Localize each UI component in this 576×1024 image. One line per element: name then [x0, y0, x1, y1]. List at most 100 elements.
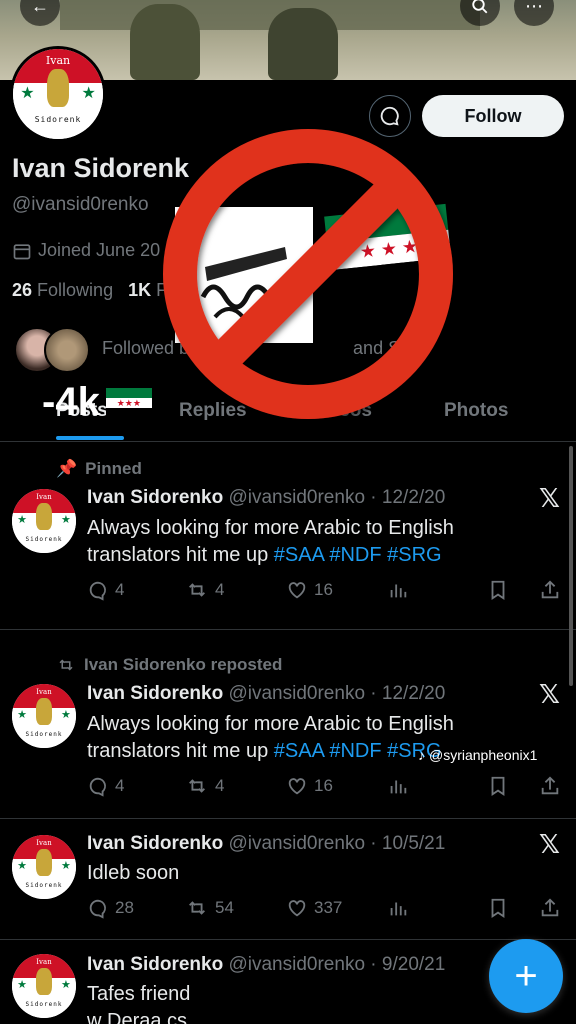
tweet[interactable]: Ivan ★ ★ Sidorenk Ivan Sidorenko @ivansid… [0, 819, 576, 940]
tweet-text: Idleb soon [87, 862, 180, 884]
tweet-actions: 28 54 337 [87, 897, 565, 923]
active-tab-indicator [56, 436, 124, 440]
tweet-avatar[interactable]: Ivan ★ ★ Sidorenk [12, 684, 76, 748]
repost-icon [189, 901, 205, 915]
following-link[interactable]: 26 Following [12, 280, 113, 300]
tweet-author-name[interactable]: Ivan Sidorenko [87, 487, 223, 508]
tweet-author-handle: @ivansid0renko [228, 487, 366, 508]
tweet-header: Ivan Sidorenko @ivansid0renko · 12/2/20 [87, 683, 445, 705]
search-icon [472, 0, 488, 14]
tweet-author-handle: @ivansid0renko [228, 683, 366, 704]
like-icon [288, 582, 306, 599]
star-icon: ★ [81, 85, 96, 103]
follower-avatar [44, 327, 90, 373]
watermark-text: @syrianpheonix1 [429, 747, 538, 763]
tweet-avatar[interactable]: Ivan ★ ★ Sidorenk [12, 489, 76, 553]
share-button[interactable] [539, 775, 561, 797]
profile-handle: @ivansid0renko [12, 194, 149, 215]
hashtags[interactable]: #SAA #NDF #SRG [274, 740, 442, 762]
reply-button[interactable]: 4 [87, 775, 124, 797]
x-logo-icon: 𝕏 [539, 679, 560, 709]
tweet-text: Always looking for more Arabic to Englis… [87, 517, 454, 566]
tweet-author-handle: @ivansid0renko [228, 954, 366, 975]
x-logo-icon: 𝕏 [539, 483, 560, 513]
bookmark-icon [491, 580, 505, 600]
tiktok-icon: ♪ [418, 747, 425, 763]
tweet-avatar[interactable]: Ivan ★ ★ Sidorenk [12, 835, 76, 899]
bookmark-icon [491, 776, 505, 796]
avatar-top-text: Ivan [45, 54, 71, 68]
message-icon [380, 106, 399, 126]
repost-button[interactable]: 54 [185, 897, 234, 919]
reply-icon [89, 581, 106, 601]
back-arrow-icon: ← [31, 0, 49, 16]
profile-avatar[interactable]: Ivan ★ ★ Sidorenk [10, 46, 106, 142]
share-icon [541, 898, 559, 917]
like-button[interactable]: 16 [286, 775, 333, 797]
repost-label: Ivan Sidorenko reposted [56, 655, 282, 675]
revolution-flag-icon: ★★★ [105, 387, 152, 418]
views-button[interactable] [387, 897, 409, 919]
reply-button[interactable]: 28 [87, 897, 134, 919]
reply-icon [89, 777, 106, 797]
tweet-date[interactable]: · 10/5/21 [370, 833, 445, 854]
plus-icon: + [514, 953, 538, 998]
avatar-bottom-text: Sidorenk [34, 114, 82, 124]
banner-figure [130, 4, 200, 80]
tweet-text: Tafes friend w Deraa cs [87, 983, 191, 1024]
bookmark-icon [491, 898, 505, 918]
reply-icon [89, 899, 106, 919]
social-context-text: Ivan Sidorenko reposted [84, 655, 283, 674]
like-button[interactable]: 337 [286, 897, 342, 919]
bookmark-button[interactable] [487, 579, 509, 601]
joined-text: Joined June 20 [38, 240, 161, 260]
avatar-flag: Ivan ★ ★ Sidorenk [13, 49, 103, 139]
social-context-text: Pinned [85, 459, 142, 478]
eagle-emblem [47, 68, 69, 107]
tweet-avatar[interactable]: Ivan ★ ★ Sidorenk [12, 954, 76, 1018]
tweet-author-name[interactable]: Ivan Sidorenko [87, 683, 223, 704]
tiktok-watermark: ♪ @syrianpheonix1 [418, 747, 537, 763]
hashtags[interactable]: #SAA #NDF #SRG [274, 544, 442, 566]
prohibited-symbol-icon [163, 129, 453, 419]
views-icon [390, 584, 407, 598]
scrollbar[interactable] [569, 446, 573, 686]
like-button[interactable]: 16 [286, 579, 333, 601]
tweet-author-name[interactable]: Ivan Sidorenko [87, 833, 223, 854]
like-icon [288, 900, 306, 917]
tweet-author-handle: @ivansid0renko [228, 833, 366, 854]
compose-button[interactable]: + [489, 939, 563, 1013]
x-logo-icon: 𝕏 [539, 829, 560, 859]
repost-icon [189, 779, 205, 793]
tweet[interactable]: 📌 Pinned Ivan ★ ★ Sidorenk Ivan Sidorenko… [0, 443, 576, 630]
more-icon: ⋯ [525, 0, 543, 16]
tweet-date[interactable]: · 9/20/21 [370, 954, 445, 975]
tweet-actions: 4 4 16 [87, 579, 565, 605]
tweet-header: Ivan Sidorenko @ivansid0renko · 12/2/20 [87, 487, 445, 509]
star-icon: ★ [20, 85, 35, 103]
like-icon [288, 778, 306, 795]
pin-icon: 📌 [56, 459, 78, 478]
bookmark-button[interactable] [487, 775, 509, 797]
tweet-actions: 4 4 16 [87, 775, 565, 801]
views-icon [390, 902, 407, 916]
tweet-header: Ivan Sidorenko @ivansid0renko · 10/5/21 [87, 833, 445, 855]
repost-icon [59, 659, 73, 671]
share-button[interactable] [539, 897, 561, 919]
tweet-date[interactable]: · 12/2/20 [370, 683, 445, 704]
share-icon [541, 580, 559, 599]
tweet-date[interactable]: · 12/2/20 [370, 487, 445, 508]
overlay-count: -4k ★★★ [42, 380, 152, 425]
views-button[interactable] [387, 579, 409, 601]
following-label: Following [37, 280, 114, 300]
tweet-author-name[interactable]: Ivan Sidorenko [87, 954, 223, 975]
repost-button[interactable]: 4 [185, 775, 224, 797]
joined-date: Joined June 20 [12, 240, 160, 261]
bookmark-button[interactable] [487, 897, 509, 919]
reply-button[interactable]: 4 [87, 579, 124, 601]
repost-icon [189, 583, 205, 597]
repost-button[interactable]: 4 [185, 579, 224, 601]
views-button[interactable] [387, 775, 409, 797]
share-button[interactable] [539, 579, 561, 601]
tweet[interactable]: Ivan Sidorenko reposted Ivan ★ ★ Sidorenk… [0, 630, 576, 819]
